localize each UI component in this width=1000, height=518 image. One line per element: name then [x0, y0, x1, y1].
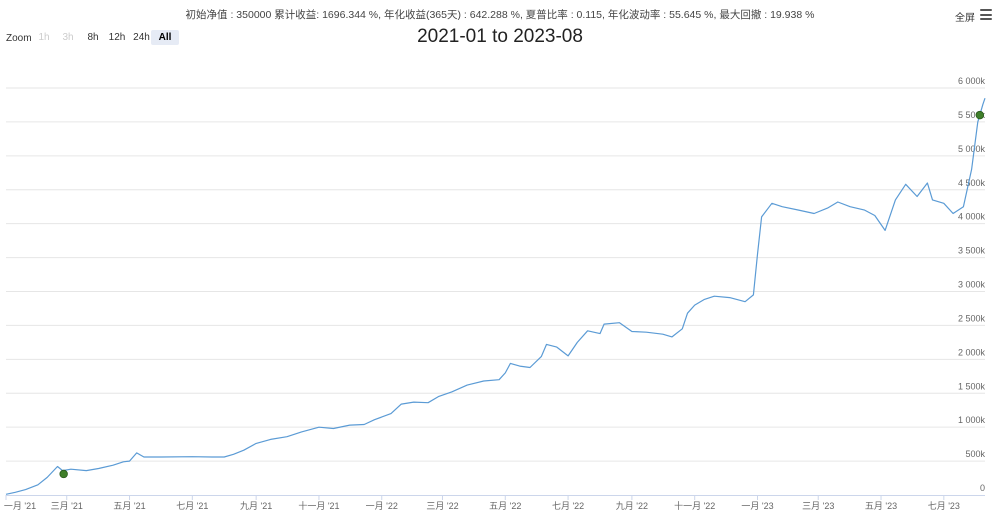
y-tick-label: 5 000k — [958, 144, 986, 154]
y-tick-label: 4 000k — [958, 212, 986, 222]
trade-marker — [59, 469, 68, 479]
x-tick-label: 九月 '22 — [616, 501, 648, 511]
x-axis — [5, 495, 985, 500]
x-tick-label: 一月 '21 — [4, 501, 36, 511]
y-tick-label: 2 500k — [958, 313, 986, 323]
y-tick-label: 1 500k — [958, 381, 986, 391]
x-tick-label: 三月 '23 — [802, 501, 834, 511]
y-tick-label: 0 — [980, 483, 985, 493]
marker-layer — [59, 110, 985, 479]
y-axis-labels: 0 500k 1 000k 1 500k 2 000k 2 500k 3 000k 3 500… — [958, 76, 986, 493]
x-tick-label: 五月 '21 — [113, 501, 145, 511]
y-tick-label: 500k — [965, 449, 985, 459]
x-tick-label: 七月 '22 — [552, 501, 584, 511]
x-axis-labels: 一月 '21 三月 '21 五月 '21 七月 '21 九月 '21 十一月 '21 一月 … — [4, 500, 960, 511]
x-tick-label: 三月 '21 — [51, 501, 83, 511]
x-tick-label: 十一月 '22 — [674, 500, 715, 511]
series-layer — [5, 98, 986, 495]
series-line — [5, 98, 986, 495]
grid-lines — [6, 87, 985, 462]
x-tick-label: 七月 '21 — [176, 501, 208, 511]
x-tick-label: 一月 '23 — [741, 501, 773, 511]
x-tick-label: 三月 '22 — [426, 501, 458, 511]
y-tick-label: 4 500k — [958, 178, 986, 188]
equity-curve-chart: 0 500k 1 000k 1 500k 2 000k 2 500k 3 000k 3 500… — [4, 76, 986, 511]
x-tick-label: 七月 '23 — [928, 501, 960, 511]
x-tick-label: 一月 '22 — [366, 501, 398, 511]
y-tick-label: 3 500k — [958, 246, 986, 256]
y-tick-label: 2 000k — [958, 347, 986, 357]
y-tick-label: 3 000k — [958, 280, 986, 290]
trade-marker — [975, 110, 985, 120]
x-tick-label: 五月 '23 — [865, 501, 897, 511]
y-tick-label: 6 000k — [958, 76, 986, 86]
x-tick-label: 十一月 '21 — [298, 500, 339, 511]
x-tick-label: 九月 '21 — [240, 501, 272, 511]
x-tick-label: 五月 '22 — [489, 501, 521, 511]
y-tick-label: 1 000k — [958, 415, 986, 425]
